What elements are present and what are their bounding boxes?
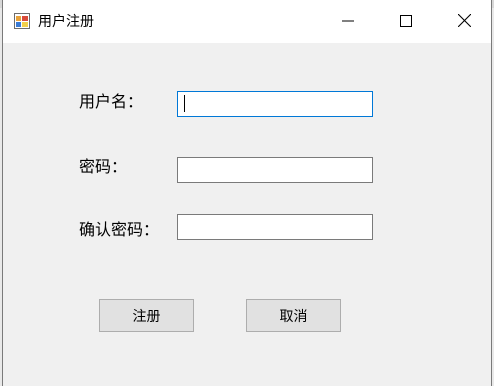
title-bar[interactable]: 用户注册 — [3, 0, 491, 43]
maximize-icon — [400, 12, 412, 31]
password-field[interactable] — [177, 157, 373, 183]
close-button[interactable] — [435, 0, 493, 43]
cancel-button[interactable]: 取消 — [246, 299, 341, 332]
window-title: 用户注册 — [38, 14, 94, 30]
register-button[interactable]: 注册 — [99, 299, 194, 332]
username-field[interactable] — [177, 91, 373, 117]
maximize-button[interactable] — [377, 0, 435, 43]
text-caret — [184, 95, 185, 112]
close-icon — [457, 12, 471, 31]
minimize-button[interactable] — [319, 0, 377, 43]
confirm-password-field[interactable] — [177, 214, 373, 240]
register-window: 用户注册 用户名： 密码： 确认密码： 注册 取消 — [2, 0, 492, 386]
username-label: 用户名： — [79, 92, 144, 111]
minimize-icon — [342, 12, 354, 31]
winforms-app-icon — [14, 13, 30, 29]
confirm-password-label: 确认密码： — [79, 220, 160, 239]
password-label: 密码： — [79, 157, 128, 176]
